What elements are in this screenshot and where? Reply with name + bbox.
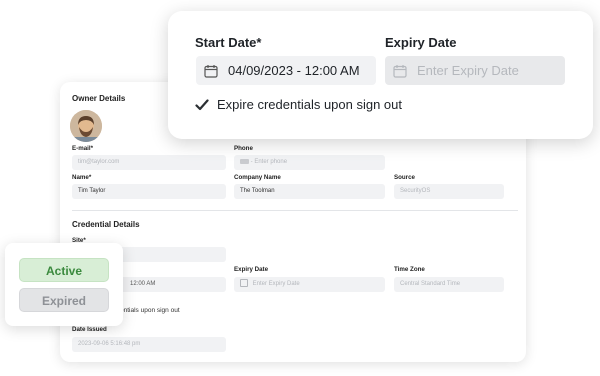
phone-label: Phone (234, 145, 253, 152)
calendar-icon (204, 64, 218, 78)
timezone-field[interactable]: Central Standard Time (394, 277, 504, 292)
phone-placeholder: Enter phone (254, 159, 288, 165)
start-date-value: 04/09/2023 - 12:00 AM (228, 63, 360, 78)
date-popover: Start Date* 04/09/2023 - 12:00 AM Expiry… (168, 11, 593, 139)
owner-details-title: Owner Details (72, 94, 126, 103)
phone-field[interactable]: - Enter phone (234, 155, 385, 170)
name-label: Name* (72, 174, 92, 181)
expired-status-button[interactable]: Expired (19, 288, 109, 312)
expiry-field[interactable]: Enter Expiry Date (234, 277, 385, 292)
company-label: Company Name (234, 174, 281, 181)
expire-credentials-label: Expire credentials upon sign out (217, 97, 403, 112)
calendar-icon (393, 64, 407, 78)
email-placeholder: tim@taylor.com (78, 159, 120, 165)
timezone-label: Time Zone (394, 266, 425, 273)
check-icon (195, 98, 209, 110)
section-divider (72, 210, 518, 211)
expire-credentials-checkbox[interactable]: Expire credentials upon sign out (195, 97, 402, 112)
calendar-icon (240, 279, 248, 288)
email-label: E-mail* (72, 145, 93, 152)
date-issued-field: 2023-09-06 5:16:48 pm (72, 337, 226, 352)
start-date-field[interactable]: 04/09/2023 - 12:00 AM (196, 56, 376, 85)
expiry-placeholder: Enter Expiry Date (252, 281, 300, 287)
status-card: Active Expired (5, 243, 123, 326)
start-date-label: Start Date* (195, 35, 262, 50)
avatar (70, 110, 102, 142)
source-label: Source (394, 174, 415, 181)
flag-icon (240, 158, 249, 164)
expiry-date-placeholder: Enter Expiry Date (417, 63, 519, 78)
email-field[interactable]: tim@taylor.com (72, 155, 226, 170)
expiry-date-field[interactable]: Enter Expiry Date (385, 56, 565, 85)
expire-checkbox-label-partial: entials upon sign out (120, 307, 180, 314)
active-status-button[interactable]: Active (19, 258, 109, 282)
date-issued-label: Date Issued (72, 326, 107, 333)
expiry-date-label: Expiry Date (385, 35, 457, 50)
company-field[interactable]: The Toolman (234, 184, 385, 199)
expiry-label: Expiry Date (234, 266, 269, 273)
source-field: SecurityOS (394, 184, 504, 199)
name-field[interactable]: Tim Taylor (72, 184, 226, 199)
credential-details-title: Credential Details (72, 220, 140, 229)
